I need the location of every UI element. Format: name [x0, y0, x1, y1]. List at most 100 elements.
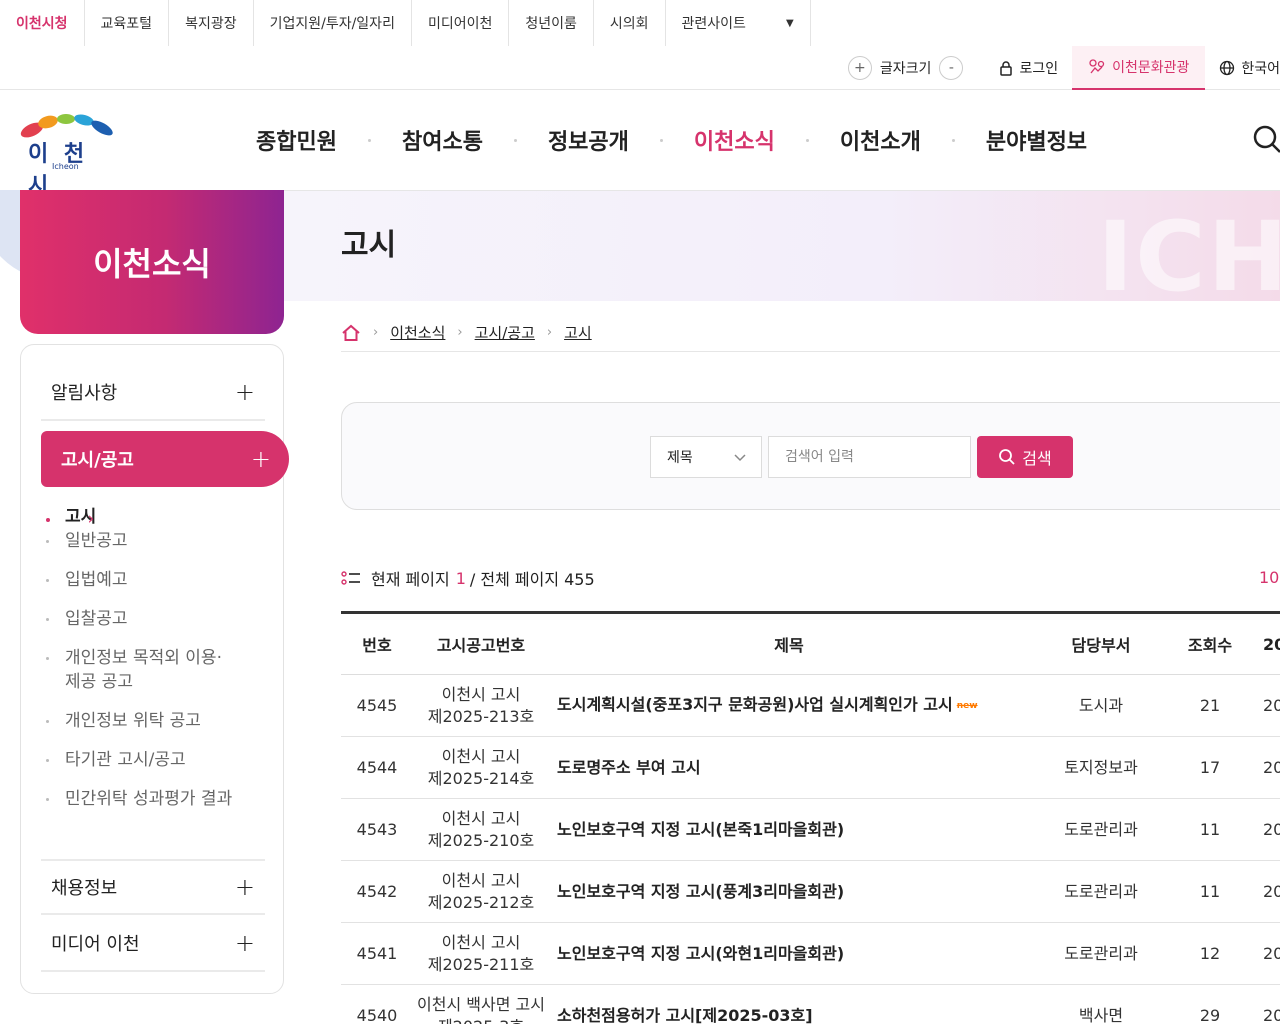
department: 도로관리과 — [1029, 860, 1173, 923]
tab-icheon-city[interactable]: 이천시청 — [0, 0, 85, 46]
font-increase-button[interactable]: + — [847, 56, 872, 80]
column-header: 번호 — [341, 612, 413, 675]
sidebar-menu: 알림사항 + 고시/공고 + 고시 › 일반공고 입법예고 입찰공고 개인정보 … — [20, 344, 289, 994]
caret-down-icon: ▼ — [785, 17, 794, 29]
breadcrumb-link[interactable]: 고시/공고 — [475, 322, 535, 343]
notice-code: 이천시 고시 제2025-211호 — [413, 922, 549, 985]
date: 20 — [1247, 984, 1280, 1024]
tab-media[interactable]: 미디어이천 — [412, 0, 510, 46]
sidebar-item-label: 알림사항 — [51, 383, 118, 404]
submenu-item-legislation[interactable]: 입법예고 — [41, 568, 265, 592]
tab-education[interactable]: 교육포털 — [85, 0, 170, 46]
breadcrumb: › 이천소식 › 고시/공고 › 고시 — [341, 314, 1280, 352]
search-icon[interactable] — [1252, 124, 1280, 154]
sidebar-item-media[interactable]: 미디어 이천 + — [41, 916, 265, 972]
search-panel: 제목 검색 — [341, 402, 1280, 510]
language-label: 한국어 — [1241, 61, 1280, 77]
sidebar-item-notices[interactable]: 알림사항 + — [41, 365, 265, 421]
tab-business[interactable]: 기업지원/투자/일자리 — [254, 0, 412, 46]
notice-title-link[interactable]: 소하천점용허가 고시[제2025-03호] — [557, 1006, 813, 1024]
submenu-item-privacy-use[interactable]: 개인정보 목적외 이용· 제공 공고 — [41, 646, 265, 694]
row-number: 4543 — [341, 798, 413, 861]
utility-menu: + 글자크기 - 로그인 이천문화관광 한국어 — [826, 46, 1280, 90]
font-decrease-button[interactable]: - — [939, 56, 964, 80]
breadcrumb-link[interactable]: 고시 — [564, 322, 592, 343]
login-link[interactable]: 로그인 — [985, 46, 1072, 90]
search-input-wrapper — [768, 436, 971, 478]
table-row[interactable]: 4541 이천시 고시 제2025-211호 노인보호구역 지정 고시(와현1리… — [341, 922, 1280, 985]
notice-title[interactable]: 도로명주소 부여 고시 — [549, 736, 1029, 799]
submenu-item-other-agency[interactable]: 타기관 고시/공고 — [41, 748, 265, 772]
department: 토지정보과 — [1029, 736, 1173, 799]
sidebar-item-announcements[interactable]: 고시/공고 + — [41, 431, 289, 487]
notice-code: 이천시 백사면 고시 제2025-3호 — [413, 984, 549, 1024]
gnb-about-icheon[interactable]: 이천소개 — [840, 124, 921, 156]
total-pages: / 전체 페이지 455 — [469, 570, 595, 589]
view-count: 21 — [1173, 674, 1247, 737]
tab-welfare[interactable]: 복지광장 — [169, 0, 254, 46]
view-count: 29 — [1173, 984, 1247, 1024]
notice-code: 이천시 고시 제2025-213호 — [413, 674, 549, 737]
search-field-select[interactable]: 제목 — [650, 436, 762, 478]
page-title: 고시 — [341, 228, 397, 263]
table-row[interactable]: 4540 이천시 백사면 고시 제2025-3호 소하천점용허가 고시[제202… — [341, 984, 1280, 1024]
gnb-icheon-news[interactable]: 이천소식 — [694, 124, 775, 156]
table-row[interactable]: 4544 이천시 고시 제2025-214호 도로명주소 부여 고시 토지정보과… — [341, 736, 1280, 799]
tab-related-sites[interactable]: 관련사이트 ▼ — [666, 0, 811, 46]
table-row[interactable]: 4543 이천시 고시 제2025-210호 노인보호구역 지정 고시(본죽1리… — [341, 798, 1280, 861]
related-sites-label: 관련사이트 — [681, 16, 746, 32]
gnb-participation[interactable]: 참여소통 — [402, 124, 483, 156]
search-input[interactable] — [785, 449, 965, 465]
notice-title[interactable]: 노인보호구역 지정 고시(풍계3리마을회관) — [549, 860, 1029, 923]
submenu-item-evaluation[interactable]: 민간위탁 성과평가 결과 — [41, 787, 265, 811]
sidebar-title: 이천소식 — [20, 190, 284, 334]
gnb-divider — [951, 138, 955, 142]
department: 도로관리과 — [1029, 798, 1173, 861]
notice-title-link[interactable]: 노인보호구역 지정 고시(본죽1리마을회관) — [557, 820, 844, 839]
notice-title[interactable]: 소하천점용허가 고시[제2025-03호] — [549, 984, 1029, 1024]
submenu-item-general[interactable]: 일반공고 — [41, 529, 265, 553]
notice-title-link[interactable]: 도로명주소 부여 고시 — [557, 758, 701, 777]
submenu-item-privacy-outsource[interactable]: 개인정보 위탁 공고 — [41, 709, 265, 733]
notice-title[interactable]: 도시계획시설(중포3지구 문화공원)사업 실시계획인가 고시 new — [549, 674, 1029, 737]
top-utility-bar: 이천시청 교육포털 복지광장 기업지원/투자/일자리 미디어이천 청년이룸 시의… — [0, 0, 1280, 90]
notice-title-link[interactable]: 노인보호구역 지정 고시(와현1리마을회관) — [557, 944, 844, 963]
row-number: 4545 — [341, 674, 413, 737]
gnb-field-info[interactable]: 분야별정보 — [986, 124, 1087, 156]
breadcrumb-separator: › — [546, 325, 553, 340]
rows-per-page[interactable]: 10 — [1259, 568, 1279, 587]
current-page: 1 — [455, 568, 466, 588]
table-row[interactable]: 4545 이천시 고시 제2025-213호 도시계획시설(중포3지구 문화공원… — [341, 674, 1280, 737]
home-icon[interactable] — [341, 323, 361, 343]
gnb-civil-service[interactable]: 종합민원 — [256, 124, 337, 156]
page-info-prefix: 현재 페이지 — [371, 570, 450, 589]
sidebar-item-jobs[interactable]: 채용정보 + — [41, 859, 265, 915]
notice-table: 번호 고시공고번호 제목 담당부서 조회수 20 4545 이천시 고시 제20… — [341, 611, 1280, 1024]
icheon-logo[interactable]: 이 천 시 Icheon — [18, 110, 118, 199]
gnb-information[interactable]: 정보공개 — [548, 124, 629, 156]
global-navigation: 종합민원 참여소통 정보공개 이천소식 이천소개 분야별정보 — [256, 90, 1087, 190]
notice-title[interactable]: 노인보호구역 지정 고시(본죽1리마을회관) — [549, 798, 1029, 861]
plus-icon: + — [234, 929, 255, 957]
date: 20 — [1247, 922, 1280, 985]
submenu-item-notice[interactable]: 고시 › — [41, 507, 96, 529]
plus-icon: + — [250, 445, 271, 473]
row-number: 4540 — [341, 984, 413, 1024]
language-selector[interactable]: 한국어 — [1205, 46, 1280, 90]
tab-youth[interactable]: 청년이룸 — [509, 0, 594, 46]
culture-tourism-link[interactable]: 이천문화관광 — [1072, 46, 1206, 90]
notice-code: 이천시 고시 제2025-212호 — [413, 860, 549, 923]
plus-icon: + — [234, 378, 255, 406]
submenu-item-bidding[interactable]: 입찰공고 — [41, 607, 265, 631]
notice-title-link[interactable]: 노인보호구역 지정 고시(풍계3리마을회관) — [557, 882, 844, 901]
search-button[interactable]: 검색 — [977, 436, 1073, 478]
tab-council[interactable]: 시의회 — [594, 0, 666, 46]
date: 20 — [1247, 674, 1280, 737]
breadcrumb-link[interactable]: 이천소식 — [390, 322, 445, 343]
table-row[interactable]: 4542 이천시 고시 제2025-212호 노인보호구역 지정 고시(풍계3리… — [341, 860, 1280, 923]
logo-subtext: Icheon — [52, 162, 79, 171]
notice-title[interactable]: 노인보호구역 지정 고시(와현1리마을회관) — [549, 922, 1029, 985]
banner-decoration: ICH — [1097, 201, 1280, 313]
globe-icon — [1220, 60, 1235, 76]
notice-title-link[interactable]: 도시계획시설(중포3지구 문화공원)사업 실시계획인가 고시 — [557, 695, 953, 714]
